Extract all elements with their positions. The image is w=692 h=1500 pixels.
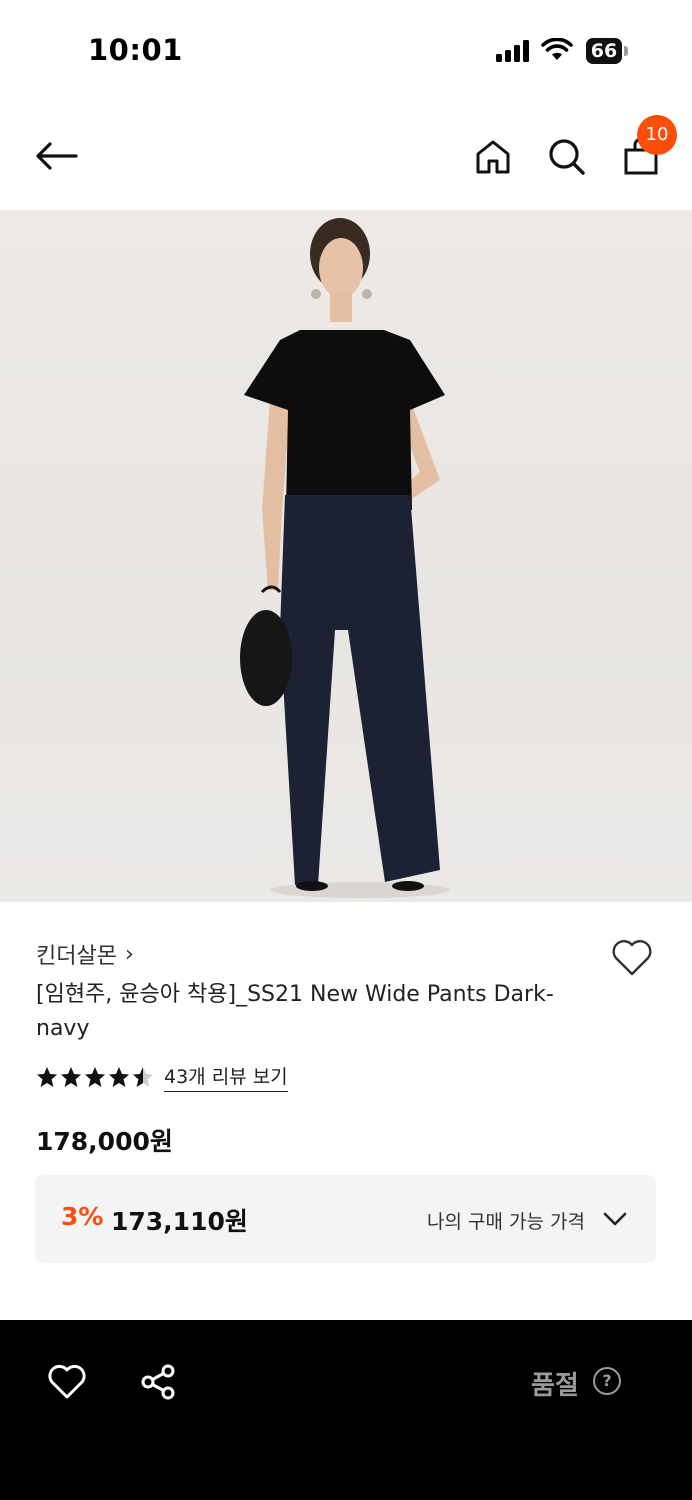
- help-icon[interactable]: ?: [593, 1367, 621, 1395]
- heart-icon: [48, 1364, 86, 1399]
- star-rating: [36, 1066, 154, 1088]
- product-image[interactable]: [0, 210, 692, 902]
- status-time: 10:01: [88, 33, 183, 67]
- discount-rate: 3%: [61, 1202, 104, 1231]
- top-navigation: [0, 100, 692, 210]
- rating-row: 43개 리뷰 보기: [36, 1062, 288, 1092]
- star-icon: [85, 1067, 105, 1087]
- product-title: [임현주, 윤승아 착용]_SS21 New Wide Pants Dark-n…: [36, 982, 554, 1041]
- brand-name: 킨더살몬: [36, 944, 117, 969]
- back-button[interactable]: [30, 130, 82, 182]
- search-button[interactable]: [542, 132, 592, 182]
- brand-link[interactable]: 킨더살몬 ›: [36, 938, 134, 970]
- star-icon: [37, 1067, 57, 1087]
- half-star-icon: [133, 1067, 153, 1087]
- battery-tip: [624, 46, 628, 56]
- status-bar: 10:01 66: [0, 0, 692, 100]
- star-icon: [61, 1067, 81, 1087]
- original-price: 178,000원: [36, 1127, 173, 1156]
- back-arrow-icon: [36, 142, 78, 170]
- search-icon: [549, 139, 585, 175]
- share-icon: [141, 1364, 175, 1400]
- model-figure: [240, 218, 450, 898]
- bottom-action-bar: 품절 ?: [0, 1320, 692, 1500]
- sold-out-label: 품절: [531, 1371, 579, 1401]
- cart-count-badge: 10: [637, 115, 677, 155]
- star-icon: [109, 1067, 129, 1087]
- my-price-label: 나의 구매 가능 가격: [427, 1211, 585, 1233]
- cellular-signal-icon: [496, 40, 529, 62]
- wifi-icon: [541, 38, 573, 60]
- battery-indicator: 66: [586, 38, 622, 64]
- discount-price: 173,110원: [111, 1207, 248, 1236]
- share-button[interactable]: [136, 1360, 180, 1404]
- heart-icon: [612, 940, 652, 976]
- my-price-dropdown[interactable]: 3% 173,110원 나의 구매 가능 가격: [35, 1175, 656, 1263]
- chevron-down-icon: [603, 1212, 627, 1226]
- bottom-like-button[interactable]: [44, 1360, 90, 1404]
- wishlist-button[interactable]: [608, 934, 656, 982]
- brand-chevron-icon: ›: [124, 941, 134, 967]
- home-button[interactable]: [468, 132, 518, 182]
- home-icon: [476, 140, 510, 174]
- reviews-link[interactable]: 43개 리뷰 보기: [164, 1062, 288, 1092]
